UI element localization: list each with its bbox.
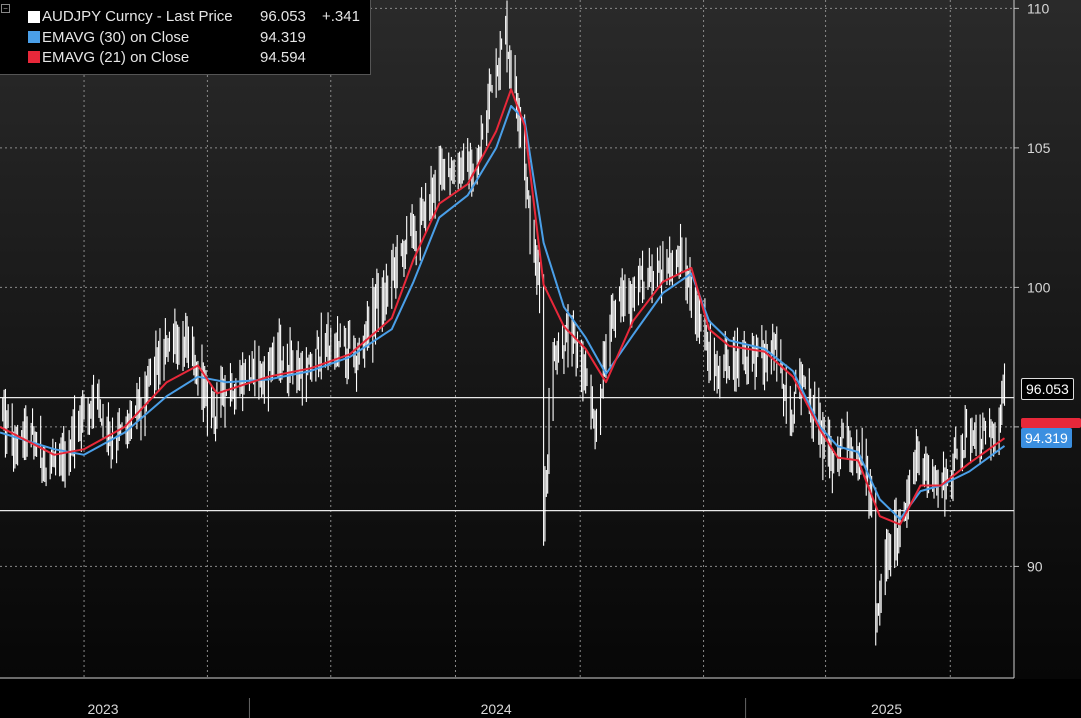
y-tick-label: 90 bbox=[1027, 558, 1043, 574]
year-label: 2023 bbox=[87, 701, 118, 717]
legend-price-value: 96.053 bbox=[260, 8, 306, 25]
legend-box: − AUDJPY Curncy - Last Price 96.053 +.34… bbox=[0, 0, 371, 75]
legend-ema21-value: 94.594 bbox=[260, 49, 306, 66]
legend-price-change: +.341 bbox=[322, 8, 360, 25]
legend-ema21-label: EMAVG (21) on Close bbox=[42, 49, 190, 66]
y-tick-label: 100 bbox=[1027, 279, 1051, 295]
ema30-badge: 94.319 bbox=[1021, 428, 1072, 448]
legend-ema30-label: EMAVG (30) on Close bbox=[42, 29, 190, 46]
last-price-badge: 96.053 bbox=[1021, 378, 1074, 400]
legend-swatch-ema30 bbox=[28, 31, 40, 43]
year-label: 2025 bbox=[871, 701, 902, 717]
ema21-line bbox=[0, 88, 1006, 526]
chart-area: 1101051009590SepDecMarJunSepDecMarJun202… bbox=[0, 0, 1081, 718]
legend-swatch-ema21 bbox=[28, 51, 40, 63]
y-tick-label: 110 bbox=[1027, 0, 1050, 16]
legend-swatch-price bbox=[28, 11, 40, 23]
year-label: 2024 bbox=[481, 701, 512, 717]
y-tick-label: 105 bbox=[1027, 140, 1051, 156]
price-chart-svg: 1101051009590SepDecMarJunSepDecMarJun202… bbox=[0, 0, 1081, 718]
legend-price-label: AUDJPY Curncy - Last Price bbox=[42, 8, 233, 25]
ema21-badge bbox=[1021, 418, 1081, 428]
legend-collapse-icon[interactable]: − bbox=[1, 4, 10, 13]
legend-ema30-value: 94.319 bbox=[260, 29, 306, 46]
ema30-line bbox=[0, 105, 1006, 520]
x-axis-band bbox=[0, 679, 1081, 718]
